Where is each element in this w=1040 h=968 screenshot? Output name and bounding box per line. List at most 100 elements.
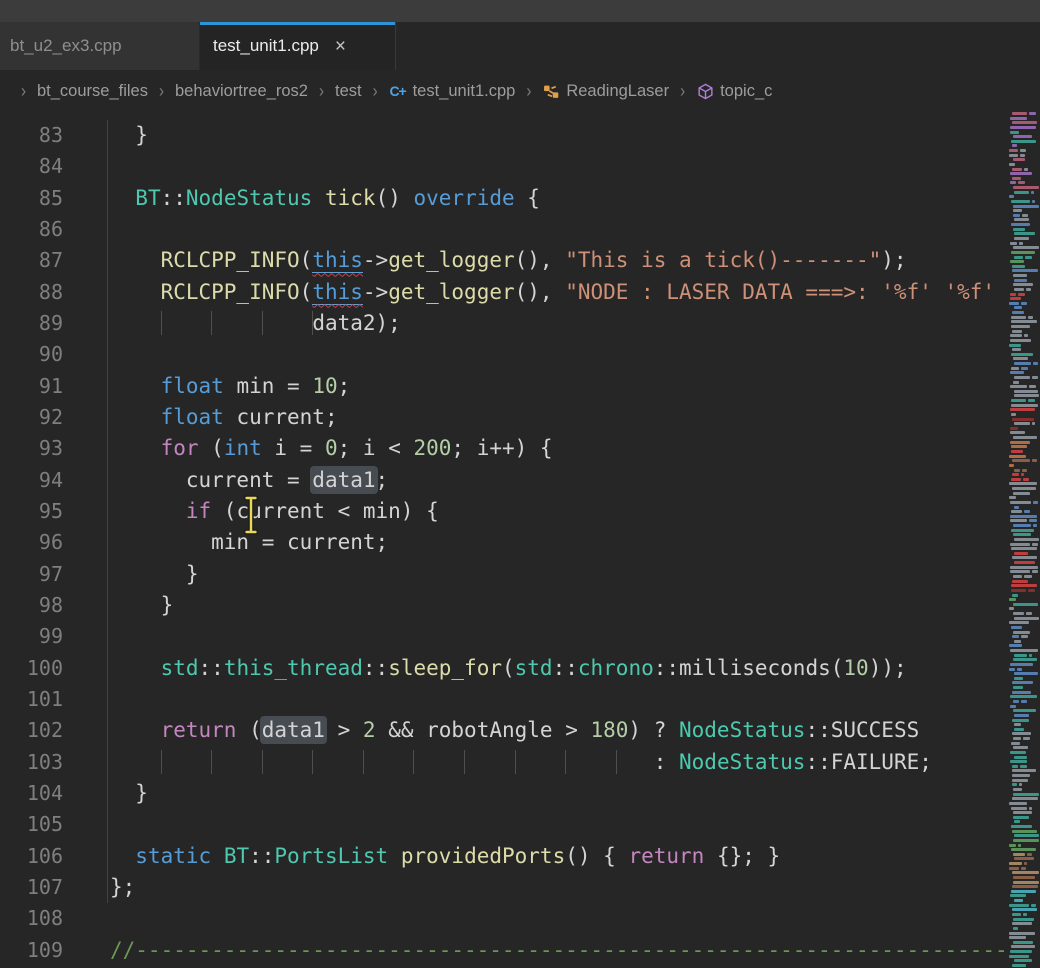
code-line[interactable]: 83 } [0, 120, 1008, 151]
minimap-row [1019, 783, 1022, 786]
line-number: 86 [0, 214, 63, 245]
minimap-row [1010, 705, 1016, 708]
code-line[interactable]: 100 std::this_thread::sleep_for(std::chr… [0, 653, 1008, 684]
code-line[interactable]: 93 for (int i = 0; i < 200; i++) { [0, 433, 1008, 464]
minimap-row [1014, 362, 1031, 365]
minimap-row [1023, 737, 1030, 740]
minimap-row [1013, 533, 1031, 536]
minimap-row [1032, 376, 1038, 379]
minimap-row [1031, 904, 1036, 907]
code-line[interactable]: 86 [0, 214, 1008, 245]
code-text [63, 151, 110, 182]
minimap-row [1011, 445, 1027, 448]
minimap-row [1014, 617, 1039, 620]
minimap-row [1013, 788, 1022, 791]
minimap-row [1027, 853, 1032, 856]
minimap-row [1024, 575, 1032, 578]
code-line[interactable]: 85 BT::NodeStatus tick() override { [0, 183, 1008, 214]
chevron-right-icon: › [680, 80, 685, 101]
minimap-row [1012, 732, 1031, 735]
code-line[interactable]: 105 [0, 809, 1008, 840]
minimap-row [1014, 279, 1027, 282]
code-line[interactable]: 95 if (current < min) { [0, 496, 1008, 527]
minimap-row [1013, 205, 1039, 208]
minimap-row [1010, 117, 1027, 120]
code-line[interactable]: 94 current = data1; [0, 465, 1008, 496]
minimap-row [1009, 464, 1014, 467]
code-line[interactable]: 96 min = current; [0, 527, 1008, 558]
code-line[interactable]: 107}; [0, 872, 1008, 903]
code-editor[interactable]: 83 }8485 BT::NodeStatus tick() override … [0, 112, 1008, 968]
minimap-row [1012, 144, 1017, 147]
code-line[interactable]: 104 } [0, 778, 1008, 809]
minimap-row [1009, 482, 1037, 485]
minimap-row [1009, 195, 1014, 198]
breadcrumb-item-test[interactable]: test [335, 82, 362, 101]
code-line[interactable]: 84 [0, 151, 1008, 182]
editor-tab-bar: bt_u2_ex3.cpp test_unit1.cpp × [0, 22, 1040, 70]
breadcrumb-item-topic_c[interactable]: topic_c [696, 82, 772, 101]
code-line[interactable]: 98 } [0, 590, 1008, 621]
line-number: 96 [0, 527, 63, 558]
minimap[interactable] [1008, 112, 1040, 968]
minimap-row [1032, 422, 1035, 425]
minimap-row [1013, 186, 1039, 189]
code-line[interactable]: 89 data2); [0, 308, 1008, 339]
minimap-row [1012, 594, 1018, 597]
code-line[interactable]: 87 RCLCPP_INFO(this->get_logger(), "This… [0, 245, 1008, 276]
code-line[interactable]: 90 [0, 339, 1008, 370]
code-line[interactable]: 108 [0, 903, 1008, 934]
code-line[interactable]: 88 RCLCPP_INFO(this->get_logger(), "NODE… [0, 277, 1008, 308]
minimap-row [1011, 584, 1037, 587]
code-text: min = current; [63, 527, 388, 558]
code-line[interactable]: 97 } [0, 559, 1008, 590]
minimap-row [1012, 719, 1029, 722]
minimap-row [1011, 742, 1020, 745]
code-line[interactable]: 102 return (data1 > 2 && robotAngle > 18… [0, 715, 1008, 746]
code-line[interactable]: 103 : NodeStatus::FAILURE; [0, 747, 1008, 778]
code-text [63, 214, 110, 245]
breadcrumb-item-ReadingLaser[interactable]: ReadingLaser [542, 82, 669, 101]
minimap-row [1023, 913, 1027, 916]
code-line[interactable]: 101 [0, 684, 1008, 715]
minimap-row [1012, 269, 1038, 272]
minimap-row [1014, 728, 1024, 731]
line-number: 103 [0, 747, 63, 778]
minimap-row [1011, 140, 1036, 143]
minimap-row [1010, 293, 1016, 296]
minimap-row [1014, 672, 1038, 675]
minimap-row [1014, 422, 1030, 425]
minimap-row [1009, 932, 1035, 935]
minimap-row [1012, 330, 1022, 333]
tab-test_unit1-cpp[interactable]: test_unit1.cpp × [200, 22, 396, 70]
code-line[interactable]: 109//-----------------------------------… [0, 935, 1008, 966]
minimap-row [1013, 839, 1039, 842]
minimap-row [1013, 746, 1028, 749]
close-tab-icon[interactable]: × [335, 37, 346, 56]
minimap-row [1014, 834, 1039, 837]
minimap-row [1012, 459, 1030, 462]
line-number: 87 [0, 245, 63, 276]
code-line[interactable]: 91 float min = 10; [0, 371, 1008, 402]
breadcrumb-item-bt_course_files[interactable]: bt_course_files [37, 82, 148, 101]
code-text [63, 903, 110, 934]
minimap-row [1033, 501, 1038, 504]
minimap-row [1009, 149, 1018, 152]
breadcrumb-item-test_unit1.cpp[interactable]: C+test_unit1.cpp [389, 82, 516, 101]
minimap-row [1029, 519, 1037, 522]
minimap-row [1011, 404, 1038, 407]
minimap-row [1010, 427, 1018, 430]
tab-bt_u2_ex3-cpp[interactable]: bt_u2_ex3.cpp [0, 22, 200, 70]
chevron-right-icon: › [159, 80, 164, 101]
minimap-row [1013, 700, 1019, 703]
minimap-row [1014, 256, 1023, 259]
line-number: 89 [0, 308, 63, 339]
breadcrumb-item-behaviortree_ros2[interactable]: behaviortree_ros2 [175, 82, 308, 101]
line-number: 107 [0, 872, 63, 903]
minimap-row [1011, 450, 1023, 453]
minimap-row [1010, 334, 1022, 337]
minimap-row [1011, 223, 1030, 226]
code-line[interactable]: 92 float current; [0, 402, 1008, 433]
code-line[interactable]: 106 static BT::PortsList providedPorts()… [0, 841, 1008, 872]
code-line[interactable]: 99 [0, 621, 1008, 652]
